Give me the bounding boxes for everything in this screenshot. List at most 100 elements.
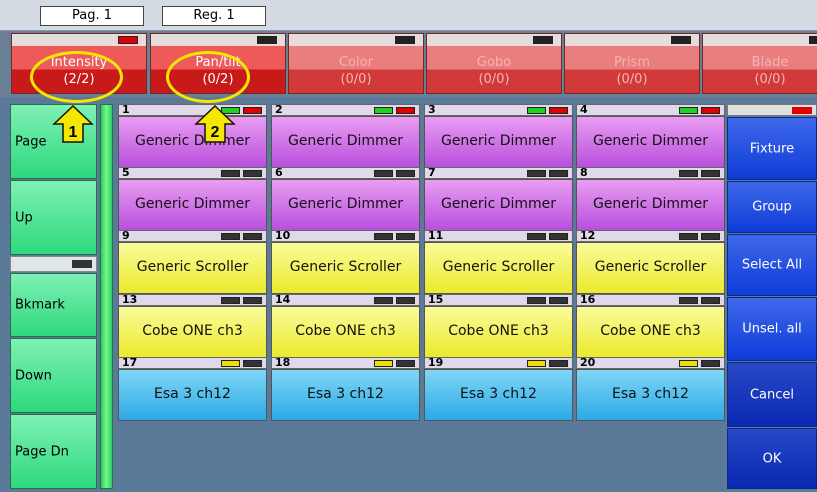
fixture-status-indicator-b bbox=[396, 233, 415, 240]
attribute-tabs: Intensity (2/2) Pan/tilt (0/2) Color (0/0) Gob… bbox=[0, 31, 817, 97]
fixture-header: 2 bbox=[271, 104, 420, 116]
fixture-cell[interactable]: 1 Generic Dimmer bbox=[118, 104, 267, 168]
bookmark-button[interactable]: Bkmark bbox=[10, 273, 97, 337]
fixture-status-indicator-b bbox=[396, 107, 415, 114]
tab-status-indicator bbox=[533, 36, 553, 44]
tab-status-indicator bbox=[809, 36, 817, 44]
fixture-name: Esa 3 ch12 bbox=[576, 369, 725, 421]
fixture-name: Generic Dimmer bbox=[271, 116, 420, 168]
fixture-cell[interactable]: 3 Generic Dimmer bbox=[424, 104, 573, 168]
fixture-number: 18 bbox=[275, 356, 291, 369]
fixture-number: 12 bbox=[580, 229, 596, 242]
fixture-header: 3 bbox=[424, 104, 573, 116]
down-button[interactable]: Down bbox=[10, 338, 97, 413]
fixture-number: 14 bbox=[275, 293, 291, 306]
tab-body: Blade (0/0) bbox=[703, 46, 817, 93]
fixture-name: Generic Dimmer bbox=[424, 116, 573, 168]
fixture-status-indicator-a bbox=[374, 233, 393, 240]
fixture-number: 6 bbox=[275, 166, 283, 179]
fixture-status-indicator-b bbox=[701, 360, 720, 367]
select-all-button[interactable]: Select All bbox=[727, 234, 817, 296]
fixture-status-indicator-a bbox=[679, 107, 698, 114]
tab-label: Prism bbox=[613, 55, 650, 70]
fixture-number: 2 bbox=[275, 103, 283, 116]
tab-label: Gobo bbox=[476, 55, 512, 70]
fixture-cell[interactable]: 20 Esa 3 ch12 bbox=[576, 357, 725, 421]
tab-header bbox=[703, 34, 817, 46]
fixture-cell[interactable]: 16 Cobe ONE ch3 bbox=[576, 294, 725, 358]
tab-header bbox=[12, 34, 146, 46]
fixture-status-indicator-b bbox=[396, 360, 415, 367]
fixture-number: 5 bbox=[122, 166, 130, 179]
fixture-status-indicator-b bbox=[549, 107, 568, 114]
fixture-status-indicator-b bbox=[243, 170, 262, 177]
page-number-field[interactable]: Pag. 1 bbox=[40, 6, 144, 26]
right-header-strip bbox=[727, 104, 817, 116]
register-number-field[interactable]: Reg. 1 bbox=[162, 6, 266, 26]
fixture-cell[interactable]: 9 Generic Scroller bbox=[118, 230, 267, 294]
fixture-number: 17 bbox=[122, 356, 138, 369]
fixture-header: 7 bbox=[424, 167, 573, 179]
fixture-header: 10 bbox=[271, 230, 420, 242]
fixture-status-indicator-b bbox=[243, 297, 262, 304]
fixture-status-indicator-a bbox=[527, 360, 546, 367]
fixture-header: 1 bbox=[118, 104, 267, 116]
annotation-arrow-2: 2 bbox=[194, 104, 236, 143]
bookmark-indicator-strip bbox=[10, 256, 97, 272]
tab-count: (0/0) bbox=[340, 72, 372, 87]
fixture-status-indicator-b bbox=[549, 170, 568, 177]
fixture-cell[interactable]: 15 Cobe ONE ch3 bbox=[424, 294, 573, 358]
fixture-cell[interactable]: 19 Esa 3 ch12 bbox=[424, 357, 573, 421]
fixture-cell[interactable]: 12 Generic Scroller bbox=[576, 230, 725, 294]
down-label: Down bbox=[15, 368, 52, 383]
fixture-cell[interactable]: 10 Generic Scroller bbox=[271, 230, 420, 294]
fixture-cell[interactable]: 14 Cobe ONE ch3 bbox=[271, 294, 420, 358]
fixture-cell[interactable]: 13 Cobe ONE ch3 bbox=[118, 294, 267, 358]
fixture-status-indicator-a bbox=[221, 360, 240, 367]
tab-status-indicator bbox=[118, 36, 138, 44]
up-button[interactable]: Up bbox=[10, 180, 97, 255]
fixture-cell[interactable]: 2 Generic Dimmer bbox=[271, 104, 420, 168]
fixture-cell[interactable]: 8 Generic Dimmer bbox=[576, 167, 725, 231]
fixture-cell[interactable]: 5 Generic Dimmer bbox=[118, 167, 267, 231]
fixture-status-indicator-a bbox=[527, 233, 546, 240]
attribute-tab[interactable]: Blade (0/0) bbox=[702, 33, 817, 94]
fixture-number: 10 bbox=[275, 229, 291, 242]
page-down-button[interactable]: Page Dn bbox=[10, 414, 97, 489]
fixture-header: 9 bbox=[118, 230, 267, 242]
fixture-status-indicator-b bbox=[549, 360, 568, 367]
fixture-cell[interactable]: 17 Esa 3 ch12 bbox=[118, 357, 267, 421]
fixture-status-indicator-b bbox=[701, 107, 720, 114]
fixture-status-indicator-a bbox=[374, 360, 393, 367]
scroll-position-bar[interactable] bbox=[100, 104, 113, 489]
attribute-tab[interactable]: Gobo (0/0) bbox=[426, 33, 562, 94]
fixture-header: 11 bbox=[424, 230, 573, 242]
fixture-cell[interactable]: 18 Esa 3 ch12 bbox=[271, 357, 420, 421]
fixture-cell[interactable]: 7 Generic Dimmer bbox=[424, 167, 573, 231]
fixture-header: 4 bbox=[576, 104, 725, 116]
tab-body: Prism (0/0) bbox=[565, 46, 699, 93]
fixture-status-indicator-a bbox=[527, 297, 546, 304]
attribute-tab[interactable]: Prism (0/0) bbox=[564, 33, 700, 94]
fixture-status-indicator-b bbox=[396, 170, 415, 177]
fixture-cell[interactable]: 4 Generic Dimmer bbox=[576, 104, 725, 168]
up-label: Up bbox=[15, 210, 33, 225]
ok-button[interactable]: OK bbox=[727, 428, 817, 489]
tab-count: (0/0) bbox=[616, 72, 648, 87]
fixture-button[interactable]: Fixture bbox=[727, 117, 817, 180]
fixture-name: Generic Dimmer bbox=[271, 179, 420, 231]
fixture-cell[interactable]: 6 Generic Dimmer bbox=[271, 167, 420, 231]
fixture-name: Cobe ONE ch3 bbox=[118, 306, 267, 358]
highlight-ellipse-pantilt bbox=[166, 51, 250, 103]
fixture-header: 12 bbox=[576, 230, 725, 242]
fixture-cell[interactable]: 11 Generic Scroller bbox=[424, 230, 573, 294]
unselect-all-button[interactable]: Unsel. all bbox=[727, 297, 817, 361]
fixture-name: Cobe ONE ch3 bbox=[271, 306, 420, 358]
fixture-header: 17 bbox=[118, 357, 267, 369]
attribute-tab[interactable]: Color (0/0) bbox=[288, 33, 424, 94]
right-status-indicator bbox=[792, 107, 812, 114]
group-button[interactable]: Group bbox=[727, 181, 817, 233]
fixture-number: 15 bbox=[428, 293, 444, 306]
cancel-button[interactable]: Cancel bbox=[727, 362, 817, 427]
ok-label: OK bbox=[762, 451, 782, 466]
